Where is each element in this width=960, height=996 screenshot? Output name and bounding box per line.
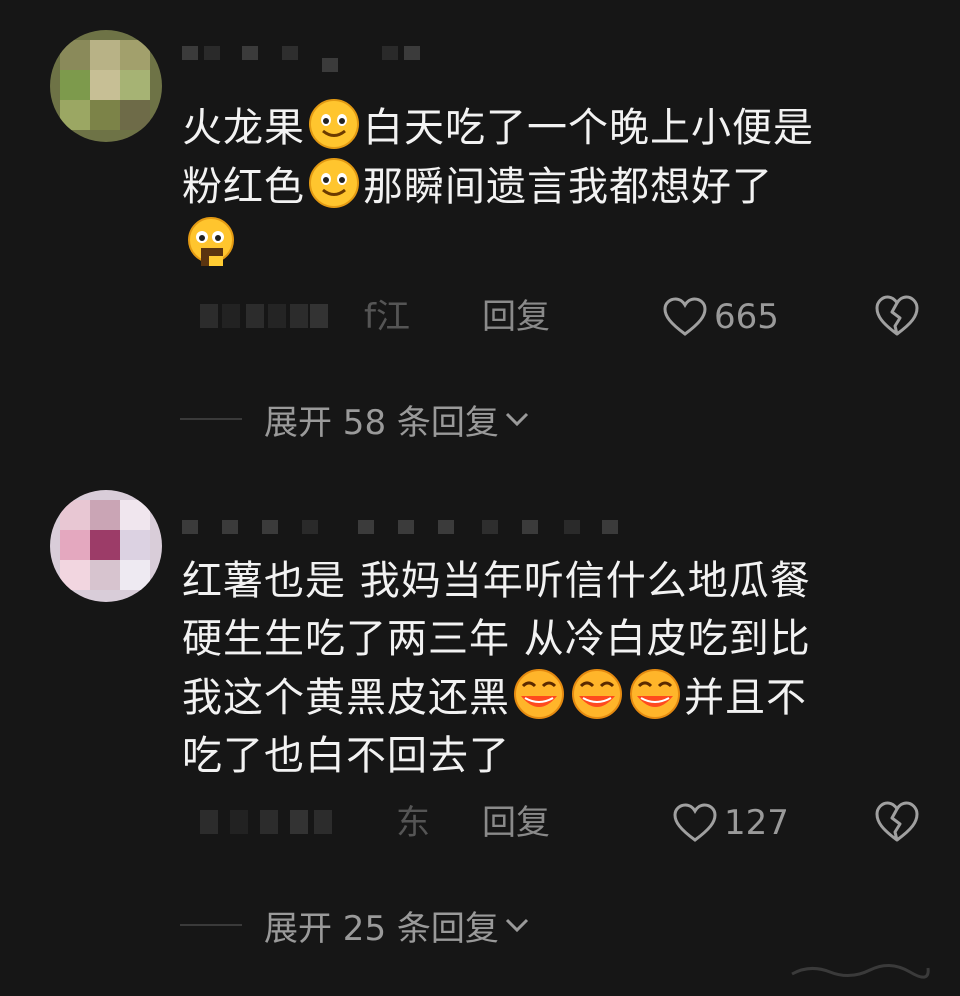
comment-text-line: 并且不 [684, 675, 807, 721]
like-button[interactable]: 665 [662, 292, 779, 342]
avatar[interactable] [50, 490, 162, 602]
expand-replies-label: 展开 25 条回复 [264, 908, 499, 949]
comment-text: 火龙果 白天吃了一个晚上小便是 粉红色 那瞬间遗言我都想好了 [182, 98, 922, 275]
username-blurred[interactable] [182, 38, 442, 72]
expand-replies-button[interactable]: 展开 58 条回复 [180, 394, 531, 444]
comment-text-line: 粉红色 [182, 164, 305, 210]
reply-button[interactable]: 回复 [482, 798, 550, 848]
broken-heart-icon[interactable] [874, 800, 920, 844]
comment-text-line: 红薯也是 我妈当年听信什么地瓜餐 [182, 558, 811, 604]
smile-emoji [309, 99, 359, 149]
expand-replies-label: 展开 58 条回复 [264, 402, 499, 443]
location-label: f江 [364, 297, 410, 337]
like-count: 665 [714, 297, 779, 337]
like-count: 127 [724, 803, 789, 843]
comment-text: 红薯也是 我妈当年听信什么地瓜餐 硬生生吃了两三年 从冷白皮吃到比 我这个黄黑皮… [182, 552, 922, 785]
chevron-down-icon [505, 918, 528, 933]
chevron-down-icon [505, 412, 528, 427]
divider-line [180, 924, 242, 926]
username-blurred[interactable] [182, 512, 622, 542]
heart-outline-icon [663, 297, 707, 336]
broken-heart-icon[interactable] [874, 294, 920, 338]
comment-text-line: 那瞬间遗言我都想好了 [363, 164, 773, 210]
location-label: 东 [396, 803, 430, 843]
avatar[interactable] [50, 30, 162, 142]
heart-outline-icon [673, 803, 717, 842]
laughing-crying-emoji [514, 669, 564, 719]
like-button[interactable]: 127 [672, 798, 789, 848]
smile-emoji [309, 158, 359, 208]
comment-text-line: 吃了也白不回去了 [182, 733, 510, 779]
divider-line [180, 418, 242, 420]
reply-button[interactable]: 回复 [482, 292, 550, 342]
watermark-icon [791, 964, 930, 979]
laughing-crying-emoji [630, 669, 680, 719]
laughing-crying-emoji [572, 669, 622, 719]
expand-replies-button[interactable]: 展开 25 条回复 [180, 900, 531, 950]
comment-text-line: 白天吃了一个晚上小便是 [363, 105, 814, 151]
comment-text-line: 硬生生吃了两三年 从冷白皮吃到比 [182, 616, 811, 662]
comment-meta: 东 回复 127 [182, 798, 920, 848]
comment-meta: f江 回复 665 [182, 292, 920, 342]
surprised-emoji [188, 217, 234, 266]
comment-text-line: 我这个黄黑皮还黑 [182, 675, 510, 721]
comment-text-line: 火龙果 [182, 105, 305, 151]
